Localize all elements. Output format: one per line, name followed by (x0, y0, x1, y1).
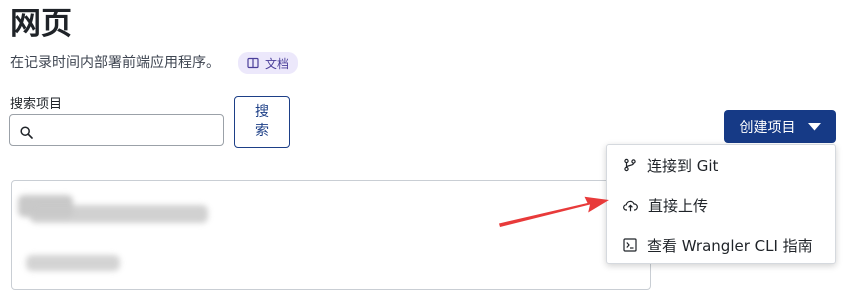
search-field[interactable] (9, 114, 224, 146)
git-branch-icon (623, 158, 637, 172)
create-project-label: 创建项目 (739, 119, 796, 136)
book-icon (247, 57, 259, 69)
menu-item-label: 连接到 Git (647, 156, 719, 175)
caret-down-icon (807, 119, 821, 135)
page-title: 网页 (10, 6, 72, 42)
menu-item-direct-upload[interactable]: 直接上传 (607, 185, 835, 225)
blurred-content (26, 255, 120, 271)
page-subtitle: 在记录时间内部署前端应用程序。 (10, 55, 220, 71)
search-button[interactable]: 搜索 (234, 96, 290, 148)
search-input[interactable] (40, 119, 222, 143)
menu-item-connect-git[interactable]: 连接到 Git (607, 145, 835, 185)
create-project-button[interactable]: 创建项目 (724, 110, 836, 143)
cloud-upload-icon (623, 199, 638, 212)
search-label: 搜索项目 (10, 97, 63, 112)
docs-link[interactable]: 文档 (238, 52, 299, 74)
subtitle-row: 在记录时间内部署前端应用程序。 文档 (10, 52, 299, 74)
docs-label: 文档 (265, 56, 290, 71)
menu-item-label: 查看 Wrangler CLI 指南 (647, 236, 813, 255)
create-project-menu: 连接到 Git 直接上传 查看 Wrangler CLI 指南 (606, 144, 836, 264)
terminal-icon (623, 238, 637, 252)
search-icon (20, 124, 33, 143)
blurred-content (30, 205, 208, 223)
menu-item-label: 直接上传 (648, 196, 709, 215)
projects-panel (11, 180, 651, 290)
menu-item-wrangler-guide[interactable]: 查看 Wrangler CLI 指南 (607, 225, 835, 265)
